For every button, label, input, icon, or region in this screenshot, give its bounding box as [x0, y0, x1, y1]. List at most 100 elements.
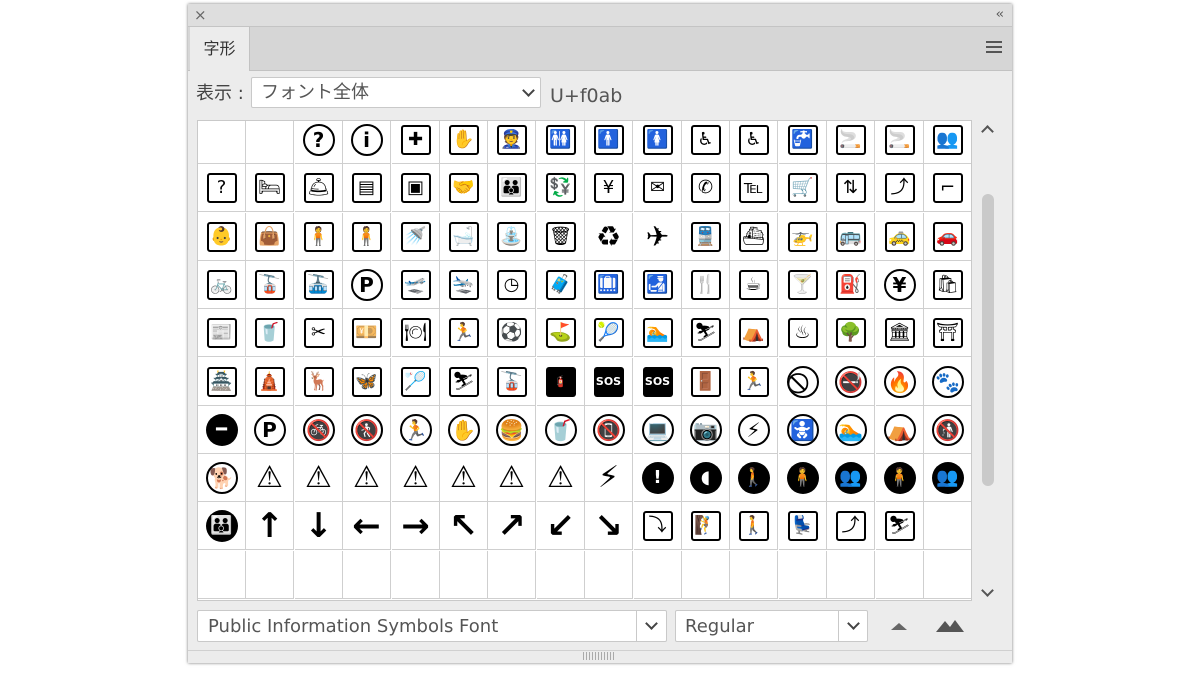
glyph-cell-tennis[interactable]: 🎾: [585, 309, 633, 357]
glyph-cell-bus[interactable]: 🚌: [827, 213, 875, 261]
glyph-cell-bar[interactable]: 🍸: [779, 261, 827, 309]
glyph-cell-cloakroom-man[interactable]: 🧍: [295, 213, 343, 261]
glyph-cell-no-touching[interactable]: ✋: [440, 406, 488, 454]
glyph-cell-falling-warning[interactable]: ⚠: [343, 454, 391, 502]
glyph-cell-barber[interactable]: ✂: [295, 309, 343, 357]
glyph-cell-telephone[interactable]: ✆: [682, 164, 730, 212]
glyph-cell-arrivals[interactable]: 🛬: [440, 261, 488, 309]
glyph-cell-deer-park[interactable]: 🦌: [295, 358, 343, 406]
glyph-cell-baby-change[interactable]: 👶: [198, 213, 246, 261]
glyph-cell-drinking-fountain[interactable]: ⛲: [488, 213, 536, 261]
glyph-cell-skiing[interactable]: ⛷: [682, 309, 730, 357]
glyph-cell-currency-exchange[interactable]: 💱: [537, 164, 585, 212]
glyph-cell-information[interactable]: i: [343, 121, 391, 164]
glyph-cell-no-phones[interactable]: 📵: [585, 406, 633, 454]
glyph-cell-camping[interactable]: ⛺: [730, 309, 778, 357]
glyph-cell-cable-car[interactable]: 🚠: [295, 261, 343, 309]
glyph-cell-walking-mandatory[interactable]: 🚶: [730, 454, 778, 502]
glyph-cell-no-strollers[interactable]: 🚼: [779, 406, 827, 454]
glyph-cell-ski-lift[interactable]: ⛷: [440, 358, 488, 406]
glyph-cell-transit[interactable]: ◷: [488, 261, 536, 309]
glyph-cell-reception[interactable]: 🛎: [295, 164, 343, 212]
glyph-cell-check-in[interactable]: 🛄: [585, 261, 633, 309]
glyph-cell-cashier[interactable]: 💴: [343, 309, 391, 357]
font-style-dropdown-button[interactable]: [838, 611, 869, 641]
glyph-cell-empty[interactable]: [198, 551, 246, 599]
glyph-cell-shopping[interactable]: 🛍: [924, 261, 971, 309]
glyph-cell-toilets[interactable]: 🚻: [537, 121, 585, 164]
glyph-cell-no-swimming[interactable]: 🏊: [827, 406, 875, 454]
glyph-cell-temple[interactable]: ⛩: [924, 309, 971, 357]
glyph-cell-meeting-point[interactable]: 👥: [924, 121, 971, 164]
glyph-cell-empty[interactable]: [392, 551, 440, 599]
glyph-cell-empty[interactable]: [682, 551, 730, 599]
glyph-cell-running[interactable]: 🏃: [440, 309, 488, 357]
glyph-cell-news[interactable]: 📰: [198, 309, 246, 357]
glyph-cell-empty[interactable]: [246, 551, 294, 599]
glyph-cell-arrow-up-right[interactable]: ↗: [488, 502, 536, 550]
glyph-cell-ship[interactable]: ⛴: [730, 213, 778, 261]
glyph-cell-hot-spring[interactable]: ♨: [779, 309, 827, 357]
glyph-cell-empty[interactable]: [827, 551, 875, 599]
glyph-cell-low-ceiling-warning[interactable]: ⚠: [440, 454, 488, 502]
glyph-cell-empty[interactable]: [295, 551, 343, 599]
glyph-cell-handshake[interactable]: 🤝: [440, 164, 488, 212]
glyph-cell-no-running[interactable]: 🏃: [392, 406, 440, 454]
glyph-cell-coffee[interactable]: ☕: [730, 261, 778, 309]
glyph-cell-sos-phone[interactable]: SOS: [585, 358, 633, 406]
glyph-cell-bicycle[interactable]: 🚲: [198, 261, 246, 309]
glyph-cell-passenger-sign[interactable]: 🚶: [730, 502, 778, 550]
glyph-cell-elevator[interactable]: ⇅: [827, 164, 875, 212]
glyph-cell-wheelchair-ramp[interactable]: ♿: [730, 121, 778, 164]
glyph-cell-fall-warning[interactable]: ⚠: [537, 454, 585, 502]
glyph-cell-empty[interactable]: [779, 551, 827, 599]
glyph-cell-no-drinking[interactable]: 🥤: [537, 406, 585, 454]
scroll-up-icon[interactable]: [981, 125, 994, 138]
glyph-cell-slippery-warning[interactable]: ⚠: [295, 454, 343, 502]
glyph-cell-tripping-warning[interactable]: ⚠: [392, 454, 440, 502]
glyph-cell-badminton[interactable]: 🏸: [392, 358, 440, 406]
glyph-cell-empty[interactable]: [730, 551, 778, 599]
glyph-cell-no-pets[interactable]: 🐾: [924, 358, 971, 406]
glyph-cell-group-mandatory[interactable]: 👥: [827, 454, 875, 502]
glyph-cell-museum[interactable]: 🏛: [876, 309, 924, 357]
glyph-cell-drinking-water[interactable]: 🚰: [779, 121, 827, 164]
glyph-cell-smoking[interactable]: 🚬: [827, 121, 875, 164]
glyph-cell-coin-locker[interactable]: ▣: [392, 164, 440, 212]
glyph-cell-escalator[interactable]: ⤴: [876, 164, 924, 212]
glyph-cell-mandatory[interactable]: !: [634, 454, 682, 502]
glyph-cell-smoking-area[interactable]: 🚬: [876, 121, 924, 164]
glyph-cell-golf[interactable]: ⛳: [537, 309, 585, 357]
glyph-cell-climbing-sign[interactable]: 🧗: [682, 502, 730, 550]
font-style-select[interactable]: Regular: [675, 610, 868, 642]
show-dropdown[interactable]: フォント全体: [251, 77, 541, 108]
glyph-cell-vending[interactable]: 🥤: [246, 309, 294, 357]
glyph-cell-baggage-claim[interactable]: 🧳: [537, 261, 585, 309]
glyph-cell-step-warning[interactable]: ⚠: [488, 454, 536, 502]
glyph-cell-ropeway[interactable]: 🚡: [246, 261, 294, 309]
glyph-cell-restaurant[interactable]: 🍴: [682, 261, 730, 309]
glyph-cell-empty[interactable]: [537, 551, 585, 599]
panel-titlebar[interactable]: × ‹‹: [188, 4, 1012, 27]
glyph-cell-no-entry[interactable]: ━: [198, 406, 246, 454]
glyph-cell-empty[interactable]: [198, 121, 246, 164]
glyph-cell-prohibited[interactable]: ⃠: [779, 358, 827, 406]
glyph-cell-no-dogs[interactable]: 🐕: [198, 454, 246, 502]
glyph-cell-football[interactable]: ⚽: [488, 309, 536, 357]
resize-grip[interactable]: [583, 652, 615, 660]
glyph-cell-no-bicycles[interactable]: 🚳: [295, 406, 343, 454]
glyph-cell-cloakroom-woman[interactable]: 🧍: [343, 213, 391, 261]
small-mountain-zoom-out-icon[interactable]: [891, 623, 907, 630]
glyph-cell-hearing[interactable]: ◖: [682, 454, 730, 502]
glyph-cell-pagoda[interactable]: 🛕: [246, 358, 294, 406]
glyph-cell-bed[interactable]: 🛏: [246, 164, 294, 212]
glyph-cell-recycle[interactable]: ♻: [585, 213, 633, 261]
glyph-cell-arrow-up[interactable]: ↑: [246, 502, 294, 550]
glyph-cell-taxi[interactable]: 🚕: [876, 213, 924, 261]
glyph-cell-swimming[interactable]: 🏊: [634, 309, 682, 357]
glyph-cell-men[interactable]: 🚹: [585, 121, 633, 164]
glyph-cell-no-stopping[interactable]: 🚷: [343, 406, 391, 454]
glyph-cell-first-aid[interactable]: ✚: [392, 121, 440, 164]
glyph-cell-no-dumping[interactable]: 🚯: [924, 406, 971, 454]
glyph-cell-car-rental[interactable]: 🚗: [924, 213, 971, 261]
